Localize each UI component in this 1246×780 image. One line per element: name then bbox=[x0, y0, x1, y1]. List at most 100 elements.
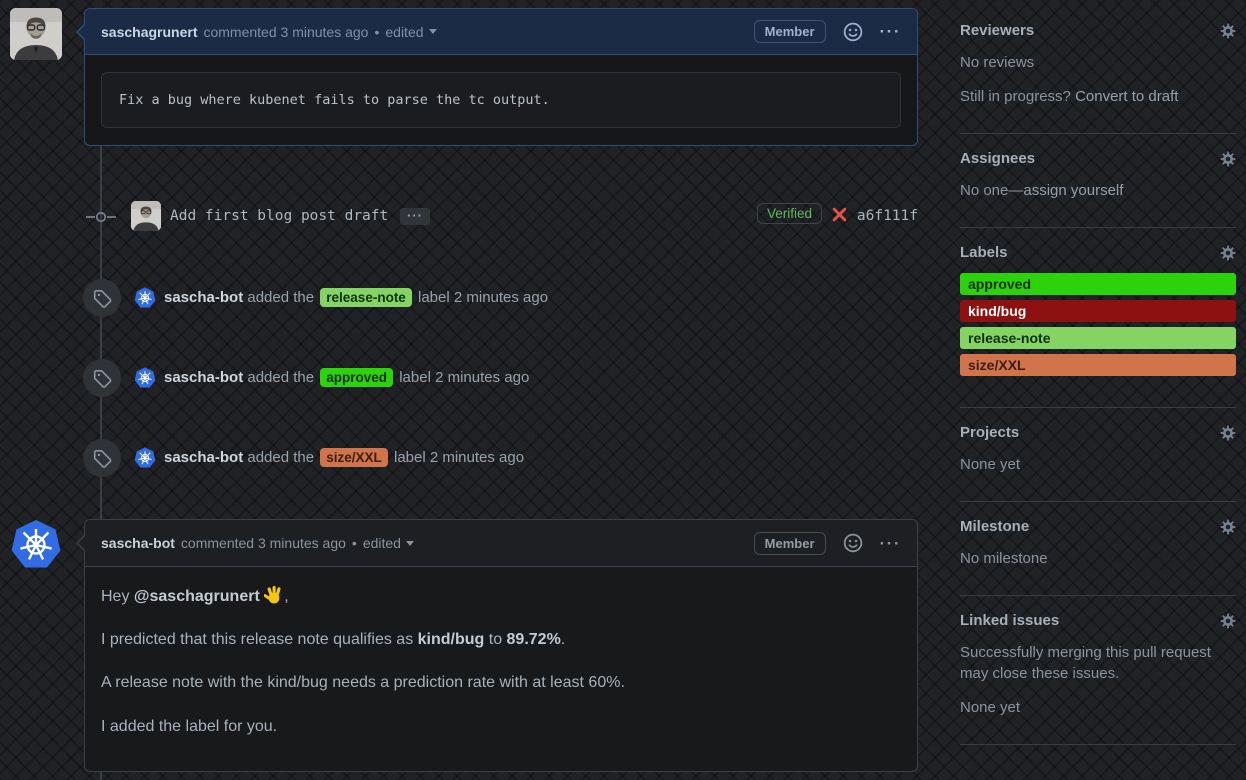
smiley-icon bbox=[843, 22, 863, 42]
chevron-down-icon bbox=[406, 541, 414, 546]
edited-dropdown[interactable]: edited bbox=[363, 535, 414, 551]
kebab-menu-button[interactable]: ··· bbox=[880, 23, 901, 40]
text-segment: A release note with the kind/bug needs a… bbox=[101, 674, 625, 691]
commit-author-avatar[interactable] bbox=[131, 201, 161, 231]
event-actor[interactable]: sascha-bot bbox=[164, 449, 243, 466]
text-segment: . bbox=[561, 631, 565, 648]
reviewers-empty: No reviews bbox=[960, 52, 1236, 73]
comment-header: sascha-bot commented 3 minutes ago • edi… bbox=[85, 520, 917, 567]
draft-hint-text: Still in progress? bbox=[960, 88, 1071, 105]
commit-expand-button[interactable]: ··· bbox=[400, 208, 430, 225]
git-commit-icon bbox=[85, 207, 117, 232]
pr-conversation-page: saschagrunert commented 3 minutes ago • … bbox=[0, 0, 1246, 780]
text-segment: 89.72% bbox=[507, 631, 561, 648]
comment-header: saschagrunert commented 3 minutes ago • … bbox=[85, 9, 917, 55]
event-label-badge[interactable]: release-note bbox=[320, 288, 412, 307]
text-segment: kind/bug bbox=[418, 631, 485, 648]
sidebar-label-release-note[interactable]: release-note bbox=[960, 327, 1236, 349]
bot-avatar[interactable] bbox=[134, 287, 156, 309]
sidebar-section-projects: Projects None yet bbox=[960, 424, 1236, 502]
add-reaction-button[interactable] bbox=[843, 22, 863, 42]
section-title: Assignees bbox=[960, 150, 1035, 167]
comment-body: Fix a bug where kubenet fails to parse t… bbox=[85, 55, 917, 145]
gear-icon[interactable] bbox=[1220, 425, 1236, 441]
verified-badge[interactable]: Verified bbox=[757, 203, 822, 224]
comment-paragraph: I added the label for you. bbox=[101, 717, 901, 736]
text-segment: , bbox=[284, 588, 288, 605]
sidebar: Reviewers No reviews Still in progress? … bbox=[960, 22, 1236, 761]
member-badge: Member bbox=[754, 532, 826, 555]
commit-hash-link[interactable]: a6f111f bbox=[857, 208, 918, 224]
gear-icon[interactable] bbox=[1220, 245, 1236, 261]
comment-author-name[interactable]: saschagrunert bbox=[101, 24, 197, 40]
sidebar-section-milestone: Milestone No milestone bbox=[960, 518, 1236, 596]
gear-icon[interactable] bbox=[1220, 613, 1236, 629]
edited-label: edited bbox=[385, 24, 423, 40]
event-action: added the bbox=[247, 289, 314, 306]
code-block: Fix a bug where kubenet fails to parse t… bbox=[101, 72, 901, 128]
tag-icon bbox=[83, 359, 121, 397]
section-title: Milestone bbox=[960, 518, 1029, 535]
smiley-icon bbox=[843, 533, 863, 553]
text-segment: I added the label for you. bbox=[101, 718, 277, 735]
event-tail: label 2 minutes ago bbox=[399, 369, 529, 386]
bot-avatar[interactable] bbox=[134, 447, 156, 469]
add-reaction-button[interactable] bbox=[843, 533, 863, 553]
section-title: Projects bbox=[960, 424, 1019, 441]
comment-paragraph: I predicted that this release note quali… bbox=[101, 630, 901, 649]
bot-avatar-large[interactable] bbox=[10, 519, 62, 571]
label-event: sascha-bot added the approved label 2 mi… bbox=[83, 359, 918, 399]
wave-emoji bbox=[264, 588, 284, 605]
person-portrait-icon bbox=[10, 8, 62, 60]
sidebar-section-linked-issues: Linked issues Successfully merging this … bbox=[960, 612, 1236, 745]
linked-issues-description: Successfully merging this pull request m… bbox=[960, 642, 1236, 684]
section-title: Reviewers bbox=[960, 22, 1034, 39]
comment-body: Hey @saschagrunert , I predicted that thi… bbox=[85, 567, 917, 752]
event-label-badge[interactable]: size/XXL bbox=[320, 448, 388, 467]
comment-author: saschagrunert commented 3 minutes ago • … bbox=[84, 8, 918, 146]
edited-label: edited bbox=[363, 535, 401, 551]
failed-check-x-icon[interactable] bbox=[832, 207, 847, 227]
tag-icon bbox=[83, 279, 121, 317]
sidebar-section-reviewers: Reviewers No reviews Still in progress? … bbox=[960, 22, 1236, 134]
text-segment: to bbox=[484, 631, 506, 648]
sidebar-section-labels: Labels approved kind/bug release-note si… bbox=[960, 244, 1236, 408]
convert-to-draft-link[interactable]: Convert to draft bbox=[1075, 88, 1178, 105]
assign-yourself-link[interactable]: assign yourself bbox=[1023, 182, 1123, 199]
event-label-badge[interactable]: approved bbox=[320, 368, 393, 387]
gear-icon[interactable] bbox=[1220, 519, 1236, 535]
comment-bot: sascha-bot commented 3 minutes ago • edi… bbox=[84, 519, 918, 772]
comment-timestamp: commented 3 minutes ago bbox=[203, 24, 368, 40]
comment-author-name[interactable]: sascha-bot bbox=[101, 535, 175, 551]
assignees-empty-text: No one— bbox=[960, 182, 1023, 199]
sidebar-label-approved[interactable]: approved bbox=[960, 273, 1236, 295]
projects-empty: None yet bbox=[960, 454, 1236, 475]
label-event: sascha-bot added the release-note label … bbox=[83, 279, 918, 319]
user-mention-link[interactable]: @saschagrunert bbox=[134, 588, 260, 605]
comment-paragraph: Hey @saschagrunert , bbox=[101, 585, 901, 606]
text-segment: I predicted that this release note quali… bbox=[101, 631, 418, 648]
kubernetes-logo-icon bbox=[10, 519, 62, 571]
event-actor[interactable]: sascha-bot bbox=[164, 289, 243, 306]
bot-avatar[interactable] bbox=[134, 367, 156, 389]
text-segment: Hey bbox=[101, 588, 134, 605]
sidebar-label-kind-bug[interactable]: kind/bug bbox=[960, 300, 1236, 322]
event-tail: label 2 minutes ago bbox=[418, 289, 548, 306]
dot-separator: • bbox=[374, 24, 379, 40]
edited-dropdown[interactable]: edited bbox=[385, 24, 436, 40]
sidebar-label-size-xxl[interactable]: size/XXL bbox=[960, 354, 1236, 376]
section-title: Linked issues bbox=[960, 612, 1059, 629]
linked-issues-empty: None yet bbox=[960, 697, 1236, 718]
event-actor[interactable]: sascha-bot bbox=[164, 369, 243, 386]
label-event: sascha-bot added the size/XXL label 2 mi… bbox=[83, 439, 918, 479]
section-title: Labels bbox=[960, 244, 1008, 261]
event-tail: label 2 minutes ago bbox=[394, 449, 524, 466]
gear-icon[interactable] bbox=[1220, 23, 1236, 39]
commit-event: Add first blog post draft ··· Verified a… bbox=[84, 198, 918, 238]
event-action: added the bbox=[247, 449, 314, 466]
author-avatar[interactable] bbox=[10, 8, 62, 60]
commit-message-link[interactable]: Add first blog post draft bbox=[170, 208, 388, 224]
gear-icon[interactable] bbox=[1220, 151, 1236, 167]
kebab-menu-button[interactable]: ··· bbox=[880, 535, 901, 552]
milestone-empty: No milestone bbox=[960, 548, 1236, 569]
